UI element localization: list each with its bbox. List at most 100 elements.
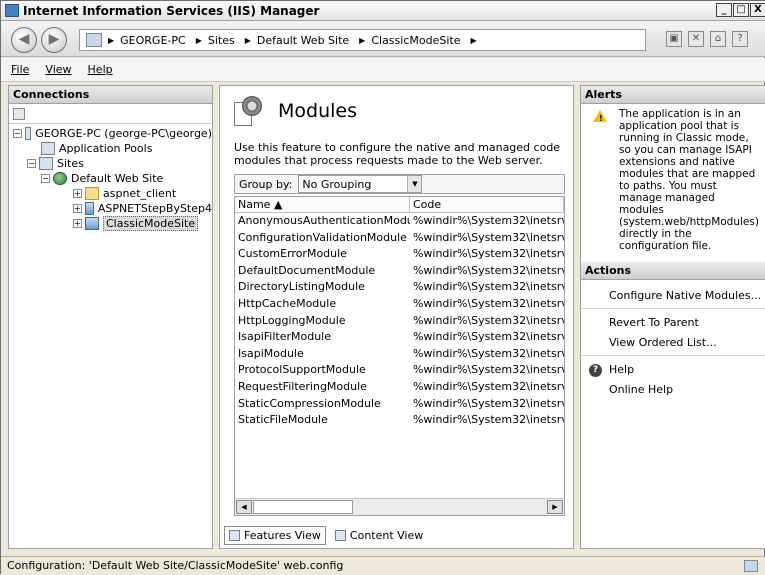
configure-native-modules-link[interactable]: Configure Native Modules... <box>581 286 765 306</box>
collapse-icon[interactable]: − <box>27 159 36 168</box>
expand-icon[interactable]: + <box>73 204 82 213</box>
table-row[interactable]: HttpLoggingModule %windir%\System32\inets… <box>235 313 564 330</box>
chevron-right-icon: ▶ <box>108 35 115 45</box>
module-code: %windir%\System32\inetsrv\isa <box>412 346 564 360</box>
module-code: %windir%\System32\inetsrv\log <box>412 313 564 327</box>
dropdown-arrow-icon[interactable]: ▼ <box>407 176 422 192</box>
back-arrow-icon: ◀ <box>18 31 30 47</box>
chevron-right-icon: ▶ <box>359 35 366 45</box>
tree-node-server[interactable]: − GEORGE-PC (george-PC\george) <box>9 126 212 141</box>
table-row[interactable]: DefaultDocumentModule %windir%\System32\i… <box>235 263 564 280</box>
breadcrumb-item[interactable]: ▶ GEORGE-PC <box>108 34 186 47</box>
network-icon <box>744 560 758 572</box>
module-code: %windir%\System32\inetsrv\va <box>412 230 564 244</box>
stop-icon[interactable]: ✕ <box>688 31 704 47</box>
module-code: %windir%\System32\inetsrv\au <box>412 214 564 227</box>
view-tabs: Features View Content View <box>224 526 428 545</box>
application-icon <box>85 217 99 230</box>
module-code: %windir%\System32\inetsrv\st. <box>412 413 564 427</box>
menu-file[interactable]: File <box>11 63 29 76</box>
help-icon[interactable]: ? <box>732 31 748 47</box>
menu-help[interactable]: Help <box>88 63 113 76</box>
module-name: DefaultDocumentModule <box>238 263 376 277</box>
server-icon <box>24 127 32 140</box>
group-by-select[interactable]: No Grouping ▼ <box>298 175 423 193</box>
module-name: DirectoryListingModule <box>238 280 365 294</box>
close-button[interactable]: X <box>750 3 765 17</box>
table-row[interactable]: IsapiFilterModule %windir%\System32\inets… <box>235 329 564 346</box>
module-name: HttpCacheModule <box>238 296 337 310</box>
divider <box>581 308 765 309</box>
forward-button[interactable]: ▶ <box>41 27 67 53</box>
computer-icon[interactable]: ▣ <box>666 31 682 47</box>
revert-to-parent-link[interactable]: Revert To Parent <box>581 313 765 333</box>
sites-folder-icon <box>39 157 53 170</box>
collapse-icon[interactable]: − <box>41 174 50 183</box>
feature-description: Use this feature to configure the native… <box>234 141 561 167</box>
forward-arrow-icon: ▶ <box>48 31 60 47</box>
breadcrumb-item[interactable]: ▶ ClassicModeSite <box>359 34 460 47</box>
table-row[interactable]: IsapiModule %windir%\System32\inetsrv\isa <box>235 346 564 363</box>
modules-table: Name ▲ Code AnonymousAuthenticationModul… <box>234 196 565 516</box>
tree-node-application-pools[interactable]: Application Pools <box>9 141 212 156</box>
application-icon <box>84 202 94 215</box>
scroll-left-icon[interactable]: ◀ <box>236 500 252 514</box>
tree-node-default-web-site[interactable]: − Default Web Site <box>9 171 212 186</box>
table-row[interactable]: StaticCompressionModule %windir%\System32… <box>235 396 564 413</box>
table-row[interactable]: HttpCacheModule %windir%\System32\inetsrv… <box>235 296 564 313</box>
table-row[interactable]: DirectoryListingModule %windir%\System32\… <box>235 279 564 296</box>
tree-node-aspnet-client[interactable]: + aspnet_client <box>9 186 212 201</box>
menu-bar: File View Help <box>1 58 765 82</box>
maximize-button[interactable]: □ <box>733 3 749 17</box>
connections-toolbar <box>9 104 212 124</box>
table-row[interactable]: ProtocolSupportModule %windir%\System32\i… <box>235 362 564 379</box>
column-header-name[interactable]: Name ▲ <box>235 197 410 212</box>
connections-header: Connections <box>9 86 212 104</box>
scrollbar-thumb[interactable] <box>253 500 353 514</box>
group-by-bar: Group by: No Grouping ▼ <box>234 174 565 194</box>
breadcrumb[interactable]: ▶ GEORGE-PC ▶ Sites ▶ Default Web Site ▶ Cla… <box>79 29 646 51</box>
online-help-link[interactable]: Online Help <box>581 380 765 400</box>
module-name: StaticCompressionModule <box>238 396 381 410</box>
expand-icon[interactable]: + <box>73 219 82 228</box>
module-name: StaticFileModule <box>238 413 328 427</box>
tree-node-aspnetstepbystep4[interactable]: + ASPNETStepByStep4 <box>9 201 212 216</box>
module-name: HttpLoggingModule <box>238 313 346 327</box>
actions-pane: Alerts ! The application is in an applic… <box>580 85 765 549</box>
module-code: %windir%\System32\inetsrv\mc <box>412 379 564 393</box>
status-bar: Configuration: 'Default Web Site/Classic… <box>1 556 765 575</box>
table-row[interactable]: ConfigurationValidationModule %windir%\Sy… <box>235 230 564 247</box>
tree-node-classicmodesite[interactable]: + ClassicModeSite <box>9 216 212 231</box>
features-view-icon <box>229 530 240 541</box>
tree-node-sites[interactable]: − Sites <box>9 156 212 171</box>
expand-icon[interactable]: + <box>73 189 82 198</box>
module-name: AnonymousAuthenticationModule <box>238 214 410 227</box>
table-row[interactable]: RequestFilteringModule %windir%\System32\… <box>235 379 564 396</box>
breadcrumb-item[interactable]: ▶ Default Web Site <box>245 34 349 47</box>
module-name: ConfigurationValidationModule <box>238 230 407 244</box>
menu-view[interactable]: View <box>45 63 71 76</box>
chevron-right-icon: ▶ <box>244 35 251 45</box>
folder-icon <box>85 187 99 200</box>
home-icon[interactable]: ⌂ <box>710 31 726 47</box>
window-title: Internet Information Services (IIS) Mana… <box>23 3 320 18</box>
breadcrumb-item[interactable]: ▶ <box>470 36 482 45</box>
collapse-icon[interactable]: − <box>13 129 22 138</box>
table-row[interactable]: StaticFileModule %windir%\System32\inetsr… <box>235 412 564 429</box>
column-header-code[interactable]: Code <box>410 197 564 212</box>
tab-features-view[interactable]: Features View <box>224 526 326 545</box>
connect-icon[interactable] <box>13 107 25 120</box>
table-row[interactable]: AnonymousAuthenticationModule %windir%\Sy… <box>235 213 564 230</box>
table-row[interactable]: CustomErrorModule %windir%\System32\inets… <box>235 246 564 263</box>
minimize-button[interactable]: _ <box>716 3 732 17</box>
view-ordered-list-link[interactable]: View Ordered List... <box>581 333 765 353</box>
page-title: Modules <box>278 100 357 122</box>
scroll-right-icon[interactable]: ▶ <box>547 500 563 514</box>
back-button[interactable]: ◀ <box>11 27 37 53</box>
breadcrumb-item[interactable]: ▶ Sites <box>196 34 235 47</box>
tab-content-view[interactable]: Content View <box>330 526 428 545</box>
help-link[interactable]: ? Help <box>581 360 765 380</box>
feature-header: Modules <box>232 94 357 128</box>
chevron-right-icon: ▶ <box>195 35 202 45</box>
horizontal-scrollbar[interactable]: ◀ ▶ <box>235 498 564 515</box>
